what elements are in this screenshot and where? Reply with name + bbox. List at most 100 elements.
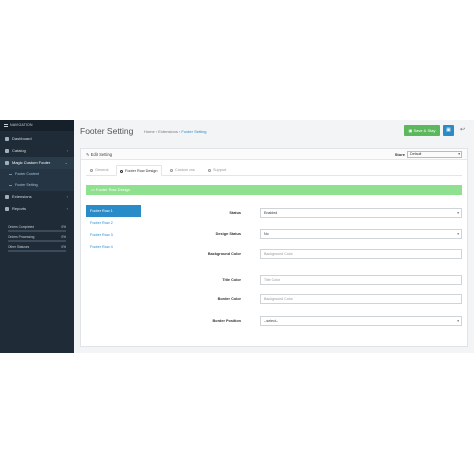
section-title: Footer Row Design (95, 187, 131, 192)
design-icon (120, 169, 123, 173)
breadcrumb: Home › Extensions › Footer Setting (144, 129, 207, 134)
caret-down-icon: ▾ (457, 319, 459, 323)
code-icon (170, 168, 173, 172)
store-select[interactable]: Default ▾ (407, 151, 462, 158)
tab-label: Custom css (175, 168, 195, 172)
chevron-right-icon: › (66, 194, 68, 199)
support-icon (208, 168, 211, 172)
sidebar-item-catalog[interactable]: Catalog › (0, 145, 74, 157)
caret-down-icon: ▾ (458, 152, 460, 156)
sidebar-item-label: Extensions (12, 194, 32, 199)
stat-value: 0% (61, 245, 66, 249)
sidebar: NAVIGATION Dashboard Catalog › Magic Cus… (0, 120, 74, 353)
design-status-select[interactable]: No ▾ (260, 229, 462, 239)
stat-label: Orders Completed (8, 225, 35, 229)
stat-progress-bar (8, 230, 66, 232)
stat-other-statuses: Other Statuses 0% (8, 245, 66, 255)
bar-chart-icon (5, 206, 9, 211)
save-and-stay-button[interactable]: ▣ Save & Stay (404, 125, 440, 136)
background-color-input[interactable]: Background Color (260, 249, 462, 259)
chevron-right-icon: › (66, 148, 68, 153)
puzzle-icon (5, 160, 9, 165)
stat-value: 0% (61, 235, 66, 239)
footer-row-3-tab[interactable]: Footer Row 3 (86, 229, 141, 241)
stat-value: 0% (61, 225, 66, 229)
sidebar-subitem-footer-setting[interactable]: Footer Setting (0, 180, 74, 191)
stat-orders-processing: Orders Processing 0% (8, 235, 66, 245)
footer-row-4-tab[interactable]: Footer Row 4 (86, 241, 141, 253)
chevron-right-icon: › (66, 206, 68, 211)
design-status-label: Design Status (215, 232, 241, 236)
save-button[interactable]: ▣ (443, 125, 454, 136)
tab-footer-row-design[interactable]: Footer Row Design (116, 165, 162, 176)
stat-progress-bar (8, 240, 66, 242)
dash-icon (9, 184, 12, 186)
dash-icon (9, 173, 12, 175)
sidebar-subitem-footer-content[interactable]: Footer Content (0, 169, 74, 180)
border-color-label: Border Color (217, 297, 241, 301)
puzzle-icon (5, 194, 9, 199)
sidebar-subitem-label: Footer Setting (15, 183, 38, 187)
reply-icon: ↩ (459, 127, 466, 133)
tab-general[interactable]: General (90, 165, 109, 176)
save-icon: ▣ (446, 127, 451, 133)
sidebar-item-dashboard[interactable]: Dashboard (0, 133, 74, 145)
gear-icon (90, 168, 93, 172)
footer-rows-nav: Footer Row 1 Footer Row 2 Footer Row 3 F… (86, 205, 141, 253)
panel-title-text: Edit Setting (90, 152, 113, 157)
screenshot-frame: NAVIGATION Dashboard Catalog › Magic Cus… (0, 120, 474, 353)
sidebar-item-label: Catalog (12, 148, 26, 153)
sidebar-subitem-label: Footer Content (15, 172, 39, 176)
tag-icon (5, 148, 9, 153)
dashboard-icon (5, 136, 9, 141)
border-position-select-value: --select-- (264, 319, 279, 323)
chevron-down-icon: ⌄ (64, 160, 68, 165)
sidebar-item-label: Dashboard (12, 136, 32, 141)
breadcrumb-extensions[interactable]: Extensions (158, 129, 178, 134)
nav-header: NAVIGATION (0, 120, 74, 131)
sidebar-item-label: Reports (12, 206, 27, 211)
save-button-label: Save & Stay (413, 128, 436, 133)
caret-down-icon: ▾ (457, 232, 459, 236)
store-select-value: Default (410, 152, 422, 156)
border-position-select[interactable]: --select-- ▾ (260, 316, 462, 326)
sidebar-item-label: Magic Custom Footer (12, 160, 51, 165)
stat-label: Other Statuses (8, 245, 30, 249)
tab-custom-css[interactable]: Custom css (170, 165, 195, 176)
tab-label: Support (213, 168, 227, 172)
page-title: Footer Setting (80, 126, 134, 136)
title-color-input[interactable]: Title Color (260, 275, 462, 285)
sidebar-item-extensions[interactable]: Extensions › (0, 191, 74, 203)
caret-down-icon: ▾ (457, 211, 459, 215)
stat-orders-completed: Orders Completed 0% (8, 225, 66, 235)
panel-header: ✎ Edit Setting Store Default ▾ (81, 149, 467, 160)
store-label: Store (394, 152, 405, 157)
menu-icon (4, 123, 8, 127)
tab-label: General (95, 168, 109, 172)
status-select-value: Enabled (264, 211, 278, 215)
footer-row-1-tab[interactable]: Footer Row 1 (86, 205, 141, 217)
status-select[interactable]: Enabled ▾ (260, 208, 462, 218)
tab-label: Footer Row Design (125, 169, 158, 173)
design-status-select-value: No (264, 232, 269, 236)
title-color-label: Title Color (222, 278, 241, 282)
stat-label: Orders Processing (8, 235, 35, 239)
breadcrumb-current[interactable]: Footer Setting (181, 129, 206, 134)
status-label: Status (229, 211, 241, 215)
nav-header-label: NAVIGATION (10, 123, 33, 127)
background-color-label: Background Color (207, 252, 241, 256)
order-stats: Orders Completed 0% Orders Processing 0%… (0, 225, 74, 255)
footer-row-2-tab[interactable]: Footer Row 2 (86, 217, 141, 229)
sidebar-item-magic-custom-footer[interactable]: Magic Custom Footer ⌄ (0, 157, 74, 169)
panel-title: ✎ Edit Setting (86, 152, 112, 157)
border-color-input[interactable]: Background Color (260, 294, 462, 304)
border-position-label: Border Position (212, 319, 241, 323)
tab-support[interactable]: Support (208, 165, 226, 176)
tab-bar: General Footer Row Design Custom css Sup… (86, 165, 462, 176)
sidebar-item-reports[interactable]: Reports › (0, 203, 74, 215)
edit-panel: ✎ Edit Setting Store Default ▾ General F… (80, 148, 468, 347)
back-button[interactable]: ↩ (457, 125, 468, 136)
section-bar-footer-row-design: ▭ Footer Row Design (86, 185, 462, 195)
stat-progress-bar (8, 250, 66, 252)
breadcrumb-home[interactable]: Home (144, 129, 155, 134)
